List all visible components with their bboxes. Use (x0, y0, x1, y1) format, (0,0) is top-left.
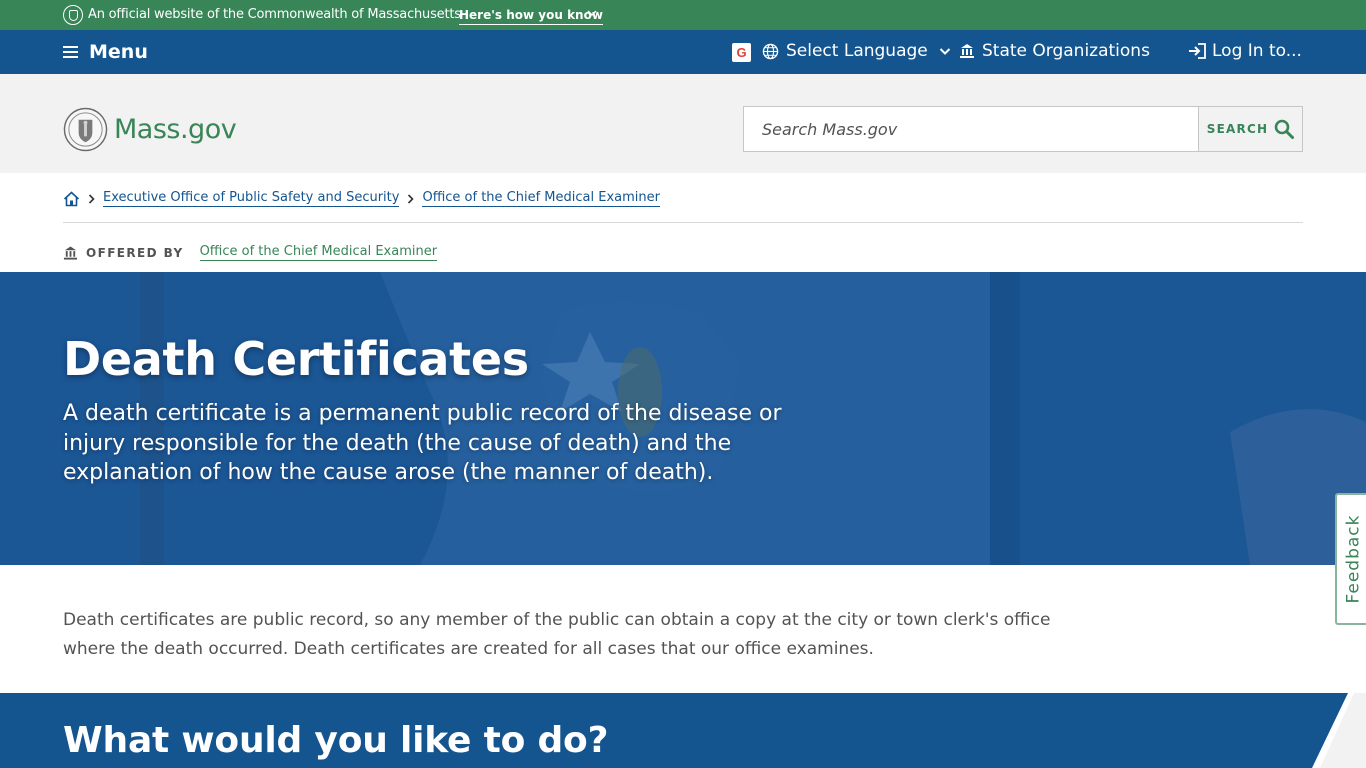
seal-icon (63, 107, 108, 152)
search-form: SEARCH (743, 106, 1303, 152)
site-header: Mass.gov SEARCH (0, 74, 1366, 173)
chevron-down-icon[interactable] (587, 8, 597, 18)
home-icon[interactable] (63, 190, 80, 207)
breadcrumb-link-ocme[interactable]: Office of the Chief Medical Examiner (422, 190, 660, 207)
section-title: What would you like to do? (63, 720, 609, 761)
decorative-corner (1312, 693, 1366, 768)
offered-by: OFFERED BY Office of the Chief Medical E… (63, 244, 438, 261)
building-icon (63, 245, 78, 260)
breadcrumb-divider (63, 222, 1303, 223)
search-button-label: SEARCH (1206, 122, 1269, 136)
breadcrumb: Executive Office of Public Safety and Se… (63, 190, 660, 207)
google-icon: G (732, 43, 751, 62)
intro-paragraph: Death certificates are public record, so… (63, 610, 1051, 659)
logo-wordmark: Mass.gov (114, 114, 237, 145)
how-you-know-link[interactable]: Here's how you know (459, 7, 603, 25)
page-description: A death certificate is a permanent publi… (63, 401, 782, 485)
state-organizations-button[interactable]: State Organizations (959, 41, 1150, 61)
page-banner: Death Certificates A death certificate i… (0, 272, 1366, 565)
offered-by-link[interactable]: Office of the Chief Medical Examiner (199, 244, 438, 261)
search-input[interactable] (744, 107, 1198, 151)
chevron-down-icon (939, 48, 950, 55)
login-button[interactable]: Log In to... (1187, 41, 1302, 61)
page-title: Death Certificates (63, 332, 529, 386)
seal-icon (63, 5, 83, 25)
login-label: Log In to... (1212, 41, 1302, 61)
utility-nav: Menu (0, 30, 1366, 74)
login-icon (1189, 43, 1206, 59)
search-icon (1274, 119, 1295, 139)
globe-icon (762, 43, 779, 59)
what-would-you-like-section: What would you like to do? (0, 693, 1366, 768)
select-language-button[interactable]: Select Language (762, 41, 951, 61)
official-text: An official website of the Commonwealth … (88, 7, 461, 22)
menu-button[interactable]: Menu (63, 40, 148, 64)
menu-label: Menu (89, 41, 148, 63)
language-label: Select Language (786, 41, 928, 61)
mass-gov-logo[interactable]: Mass.gov (63, 107, 237, 152)
feedback-tab[interactable]: Feedback (1335, 493, 1366, 625)
chevron-right-icon (408, 193, 415, 204)
breadcrumb-link-eopss[interactable]: Executive Office of Public Safety and Se… (103, 190, 400, 207)
chevron-right-icon (88, 193, 95, 204)
official-banner: An official website of the Commonwealth … (0, 0, 1366, 30)
building-icon (960, 44, 974, 58)
search-button[interactable]: SEARCH (1198, 107, 1302, 151)
offered-by-label: OFFERED BY (86, 245, 184, 260)
state-organizations-label: State Organizations (982, 41, 1150, 61)
feedback-label: Feedback (1343, 514, 1363, 604)
hamburger-icon (63, 46, 78, 58)
